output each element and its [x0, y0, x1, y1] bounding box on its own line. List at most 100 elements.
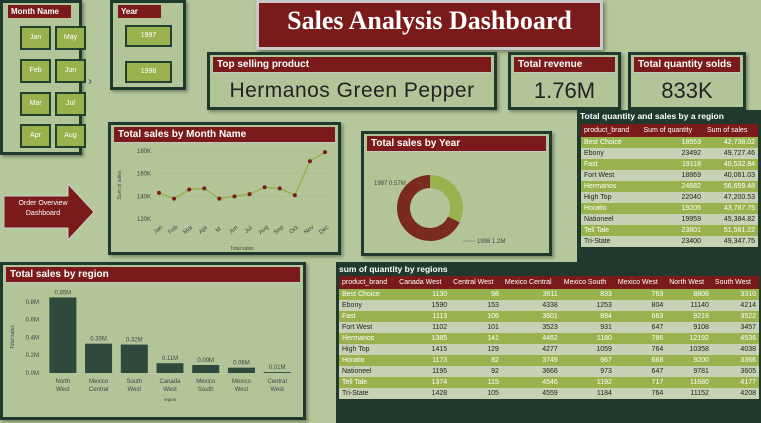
column-header[interactable]: Central West — [450, 276, 502, 289]
month-button-jul[interactable]: Jul — [55, 92, 86, 116]
table-cell: 833 — [560, 289, 615, 300]
column-header[interactable]: Mexico South — [560, 276, 615, 289]
table-cell: 1192 — [560, 377, 615, 388]
table-cell: High Top — [581, 192, 641, 203]
table-cell: 106 — [450, 311, 502, 322]
y-tick-label: 160K — [137, 172, 151, 178]
table-cell: Tri-State — [581, 236, 641, 247]
month-button-mar[interactable]: Mar — [20, 92, 51, 116]
x-tick-label: Mexico — [196, 379, 216, 385]
table-cell: 11152 — [666, 388, 712, 399]
column-header[interactable]: Mexico Central — [501, 276, 561, 289]
region-table-panel: sum of quantity by regions product_brand… — [336, 262, 761, 423]
y-axis-label: Sum of sales — [117, 170, 123, 199]
x-axis-label: region — [164, 397, 177, 402]
x-tick-label: M — [215, 226, 223, 234]
total-revenue-card: Total revenue 1.76M — [508, 52, 621, 110]
order-overview-nav-button[interactable]: Order Overview Dashboard — [3, 182, 95, 242]
table-cell: 51,561.22 — [703, 225, 758, 236]
table-cell: Tell Tale — [581, 225, 641, 236]
table-cell: Hermanos — [581, 181, 641, 192]
table-row: Tri-State 23400 49,347.75 — [581, 236, 758, 247]
bar-data-label: 0.06M — [233, 361, 250, 367]
table-cell: 1059 — [560, 344, 615, 355]
table-cell: Nationeel — [339, 366, 397, 377]
table-cell: 40,061.03 — [703, 170, 758, 181]
bar-data-label: 0.01M — [269, 365, 286, 371]
table-cell: 4462 — [501, 333, 561, 344]
region-bar — [192, 365, 220, 373]
table-cell: Fast — [339, 311, 397, 322]
month-slicer-title: Month Name — [8, 5, 71, 18]
region-bar — [85, 343, 113, 373]
x-tick-label: Dec — [318, 225, 330, 236]
year-button-1997[interactable]: 1997 — [125, 25, 172, 47]
sales-by-region-chart: 0.8M 0.6M 0.4M 0.2M 0.0M Total sales 0.85M Nort… — [10, 290, 291, 402]
top-product-title: Top selling product — [213, 57, 491, 73]
column-header[interactable]: Canada West — [396, 276, 451, 289]
table-row: Best Choice 18553 42,738.02 — [581, 137, 758, 148]
x-tick-label: Aug — [258, 225, 270, 236]
year-slicer-title: Year — [118, 5, 161, 18]
table-cell: 49,727.46 — [703, 148, 758, 159]
table-cell: 1173 — [396, 355, 451, 366]
x-tick-label: South — [126, 379, 142, 385]
column-header[interactable]: North West — [666, 276, 712, 289]
bar-data-label: 0.33M — [90, 337, 107, 343]
table-cell: 1180 — [560, 333, 615, 344]
table-cell: 4559 — [501, 388, 561, 399]
x-tick-label: Mexico — [89, 379, 109, 385]
column-header[interactable]: South West — [711, 276, 759, 289]
table-cell: 101 — [450, 322, 502, 333]
chevron-right-icon[interactable]: › — [88, 74, 92, 88]
year-button-1998[interactable]: 1998 — [125, 61, 172, 83]
table-cell: Fort West — [339, 322, 397, 333]
table-cell: 11140 — [666, 300, 712, 311]
y-tick-label: 0.6M — [26, 318, 39, 324]
y-tick-label: 140K — [137, 194, 151, 200]
table-cell: 9219 — [666, 311, 712, 322]
table-cell: 24682 — [640, 181, 704, 192]
month-button-may[interactable]: May — [55, 26, 86, 50]
donut-slice — [430, 175, 464, 223]
table-cell: 18869 — [640, 170, 704, 181]
page-title: Sales Analysis Dashboard — [287, 6, 572, 35]
table-row: High Top 1415 129 4277 1059 764 10358 4038 — [339, 344, 759, 355]
column-header[interactable]: product_brand — [581, 124, 641, 137]
month-button-aug[interactable]: Aug — [55, 124, 86, 148]
x-tick-label: Canada — [159, 379, 181, 385]
month-button-feb[interactable]: Feb — [20, 59, 51, 83]
table-cell: 9781 — [666, 366, 712, 377]
x-tick-label: West — [56, 387, 70, 393]
table-cell: 56,659.48 — [703, 181, 758, 192]
bar-data-label: 0.09M — [197, 358, 214, 364]
table-cell: 10358 — [666, 344, 712, 355]
month-button-jun[interactable]: Jun — [55, 59, 86, 83]
data-point — [247, 192, 252, 197]
region-bar — [227, 367, 255, 373]
table-cell: 973 — [560, 366, 615, 377]
table-cell: 3749 — [501, 355, 561, 366]
table-cell: 4208 — [711, 388, 759, 399]
column-header[interactable]: product_brand — [339, 276, 397, 289]
table-cell: High Top — [339, 344, 397, 355]
table-cell: Nationeel — [581, 214, 641, 225]
table-cell: 19205 — [640, 203, 704, 214]
table-cell: 764 — [614, 344, 667, 355]
month-button-jan[interactable]: Jan — [20, 26, 51, 50]
table-cell: Ebony — [339, 300, 397, 311]
x-tick-label: South — [198, 387, 214, 393]
x-tick-label: Central — [267, 379, 286, 385]
table-cell: 92 — [450, 366, 502, 377]
month-button-apr[interactable]: Apr — [20, 124, 51, 148]
qty-sales-table: product_brand Sum of quantity Sum of sales… — [581, 124, 758, 247]
column-header[interactable]: Mexico West — [614, 276, 667, 289]
table-cell: 141 — [450, 333, 502, 344]
table-cell: 4338 — [501, 300, 561, 311]
column-header[interactable]: Sum of sales — [703, 124, 758, 137]
sales-by-region-panel: Total sales by region 0.8M 0.6M 0.4M 0.2M 0.… — [0, 262, 306, 420]
column-header[interactable]: Sum of quantity — [640, 124, 704, 137]
x-tick-label: North — [56, 379, 71, 385]
x-tick-label: West — [163, 387, 177, 393]
table-cell: 11680 — [666, 377, 712, 388]
